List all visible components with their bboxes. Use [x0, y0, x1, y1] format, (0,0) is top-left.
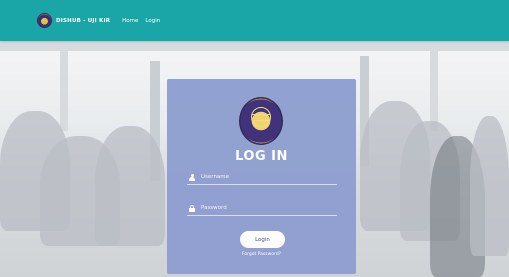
forgot-password-link[interactable]: Forgot Password? [167, 252, 356, 257]
login-title: LOG IN [235, 149, 288, 164]
nav-link-home[interactable]: Home [122, 18, 138, 24]
lock-icon [187, 204, 197, 212]
password-input[interactable] [201, 205, 331, 211]
login-button[interactable]: Login [240, 231, 285, 248]
roof-support [60, 41, 68, 131]
user-icon [187, 173, 197, 181]
globe-lines [251, 107, 271, 127]
brand[interactable]: DISHUB - UJI KIR [37, 13, 110, 28]
crowd-silhouette [95, 126, 165, 246]
crowd-silhouette [470, 116, 509, 256]
dishub-logo-icon [37, 13, 52, 28]
username-field [187, 170, 337, 185]
roof-support [430, 41, 438, 131]
nav-link-login[interactable]: Login [145, 18, 160, 24]
brand-title: DISHUB - UJI KIR [56, 17, 111, 24]
username-input[interactable] [201, 174, 331, 180]
password-field [187, 201, 337, 216]
login-panel: LOG IN Login Forgot Password? [167, 79, 356, 274]
navbar: DISHUB - UJI KIR Home Login [0, 0, 509, 41]
dishub-emblem-icon [239, 97, 283, 145]
